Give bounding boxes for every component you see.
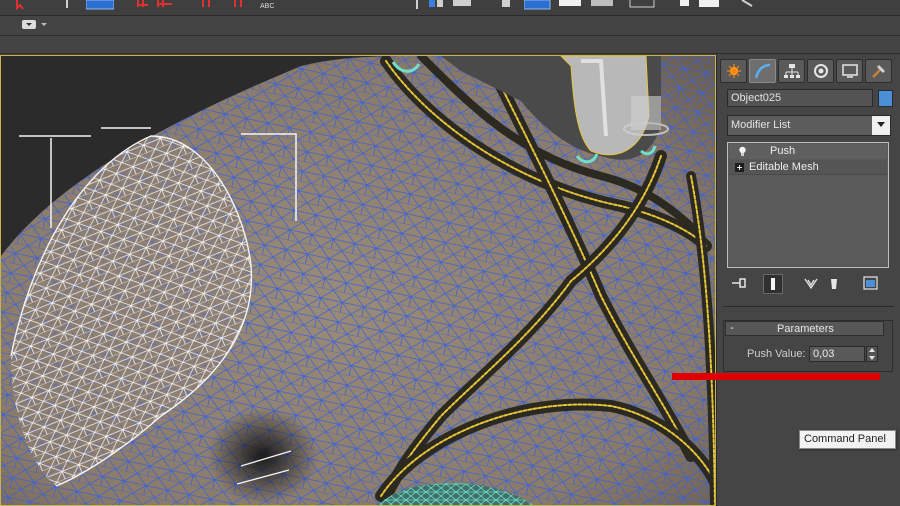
graph-editor-icon[interactable] — [500, 0, 512, 10]
modifier-stack: Push Editable Mesh — [727, 142, 889, 268]
modifier-list-label: Modifier List — [731, 119, 791, 131]
object-color-swatch[interactable] — [878, 90, 893, 107]
remove-modifier-icon[interactable] — [824, 274, 844, 294]
expand-plus-icon[interactable] — [735, 163, 744, 175]
chevron-down-icon[interactable] — [872, 116, 890, 135]
select-tool-icon[interactable] — [14, 0, 28, 10]
perspective-viewport[interactable] — [0, 55, 716, 506]
mirror-icon[interactable] — [410, 0, 424, 10]
selection-set-dropdown[interactable] — [22, 19, 50, 31]
viewport-scene — [1, 56, 715, 505]
stack-item-push[interactable]: Push — [729, 144, 887, 159]
main-toolbar: ABC — [0, 0, 900, 16]
parameters-rollout-header[interactable]: - Parameters — [725, 321, 884, 336]
lightbulb-icon[interactable] — [738, 146, 747, 160]
edit-named-selection-button[interactable]: ABC — [260, 0, 274, 10]
secondary-toolbar — [0, 16, 900, 36]
modify-icon — [754, 63, 770, 79]
hammer-icon — [871, 65, 885, 78]
rollout-title: Parameters — [777, 323, 834, 335]
stack-tools — [727, 272, 891, 296]
motion-tab[interactable] — [807, 59, 834, 83]
annotation-red-underline — [672, 373, 880, 380]
link-tool-icon[interactable] — [62, 0, 72, 10]
object-name-field[interactable]: Object025 — [727, 89, 873, 107]
hierarchy-icon — [783, 64, 800, 78]
render-setup-icon[interactable] — [590, 0, 616, 10]
selection-mode-button[interactable] — [86, 0, 114, 10]
push-value-spinner[interactable] — [866, 346, 878, 362]
create-tab[interactable] — [720, 59, 747, 83]
display-icon — [841, 64, 858, 78]
push-value-field[interactable]: 0,03 — [809, 346, 865, 362]
configure-sets-icon[interactable] — [861, 274, 881, 294]
snap-toggle-icon[interactable] — [136, 0, 186, 10]
motion-icon — [813, 64, 828, 78]
modifier-list-dropdown[interactable]: Modifier List — [727, 115, 891, 136]
stack-item-label: Editable Mesh — [749, 161, 819, 173]
material-editor-icon[interactable] — [558, 0, 584, 10]
percent-snap-icon[interactable] — [232, 0, 246, 10]
pin-stack-icon[interactable] — [729, 274, 749, 294]
panel-divider — [723, 306, 894, 307]
collapse-toggle[interactable]: - — [730, 322, 734, 334]
stack-item-label: Push — [770, 145, 796, 157]
modify-tab[interactable] — [749, 59, 776, 83]
command-panel-tooltip: Command Panel — [799, 430, 896, 449]
hierarchy-tab[interactable] — [778, 59, 805, 83]
push-value-label: Push Value: — [747, 348, 806, 360]
make-unique-icon[interactable] — [801, 274, 821, 294]
align-icon[interactable] — [428, 0, 446, 10]
render-icon[interactable] — [678, 0, 692, 10]
display-tab[interactable] — [836, 59, 863, 83]
rendered-frame-icon[interactable] — [628, 0, 658, 10]
show-end-result-icon[interactable] — [763, 274, 783, 294]
text-tool-label: ABC — [260, 3, 275, 10]
angle-snap-icon[interactable] — [200, 0, 214, 10]
layer-manager-icon[interactable] — [452, 0, 474, 10]
utilities-tab[interactable] — [865, 59, 892, 83]
render-production-icon[interactable] — [698, 0, 722, 10]
ribbon-strip — [0, 37, 900, 54]
schematic-view-button[interactable] — [524, 0, 552, 10]
render-iterative-icon[interactable] — [738, 0, 758, 10]
create-icon — [726, 64, 741, 78]
stack-item-editable-mesh[interactable]: Editable Mesh — [729, 160, 887, 175]
